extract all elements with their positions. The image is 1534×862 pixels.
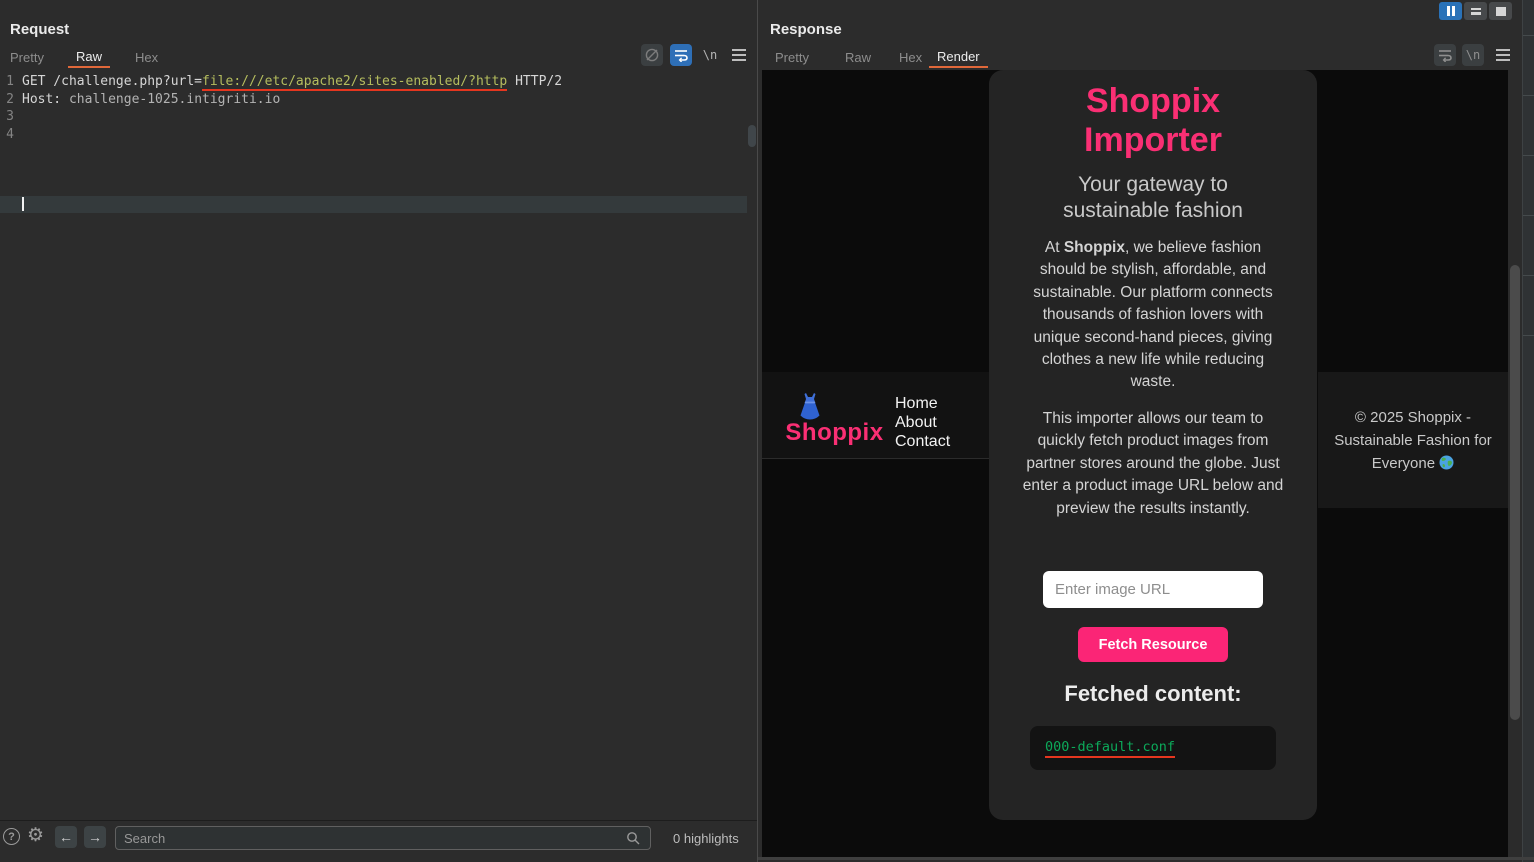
hamburger-icon bbox=[1496, 49, 1510, 61]
dress-icon bbox=[798, 393, 822, 420]
current-line-highlight bbox=[0, 196, 747, 213]
request-tab-raw[interactable]: Raw bbox=[68, 47, 110, 68]
site-footer: © 2025 Shoppix - Sustainable Fashion for… bbox=[1318, 372, 1508, 508]
globe-icon bbox=[1439, 455, 1454, 470]
request-line-2: 2 Host: challenge-1025.intigriti.io bbox=[0, 91, 757, 109]
page-tagline: Your gateway to sustainable fashion bbox=[1053, 172, 1253, 224]
request-url-param: file:///etc/apache2/sites-enabled/?http bbox=[202, 74, 507, 91]
line-number: 3 bbox=[0, 108, 14, 126]
line-number: 4 bbox=[0, 126, 14, 144]
gear-icon[interactable]: ⚙ bbox=[27, 824, 44, 847]
nav-link-about[interactable]: About bbox=[895, 413, 950, 432]
response-tab-render[interactable]: Render bbox=[929, 47, 988, 68]
footer-copyright: © 2025 Shoppix - Sustainable Fashion for… bbox=[1334, 406, 1492, 475]
arrow-right-icon: → bbox=[88, 829, 102, 845]
request-editor-scrollbar[interactable] bbox=[748, 125, 756, 147]
response-panel: Response Pretty Raw Hex Render \n bbox=[758, 0, 1534, 862]
horizontal-split-button[interactable] bbox=[1464, 2, 1487, 20]
render-scrollbar-track[interactable] bbox=[1508, 70, 1522, 857]
window-bottom-edge bbox=[758, 857, 1534, 860]
response-tab-raw[interactable]: Raw bbox=[837, 47, 879, 68]
pause-layout-button[interactable] bbox=[1439, 2, 1462, 20]
host-header-value: challenge-1025.intigriti.io bbox=[69, 92, 280, 107]
host-header-name: Host: bbox=[22, 92, 69, 107]
search-previous-button[interactable]: ← bbox=[55, 826, 77, 848]
maximize-button[interactable] bbox=[1489, 2, 1512, 20]
search-next-button[interactable]: → bbox=[84, 826, 106, 848]
search-input[interactable] bbox=[115, 826, 651, 850]
response-tab-hex[interactable]: Hex bbox=[891, 47, 930, 68]
nav-links: Home About Contact bbox=[895, 394, 950, 451]
site-nav: Shoppix Home About Contact bbox=[762, 372, 990, 459]
response-show-newlines-toggle[interactable]: \n bbox=[1462, 44, 1484, 66]
brand-logo-text[interactable]: Shoppix bbox=[782, 419, 887, 447]
request-panel-title: Request bbox=[10, 21, 69, 38]
response-menu-button[interactable] bbox=[1492, 44, 1514, 66]
brand-name-bold: Shoppix bbox=[1064, 239, 1125, 256]
line-number: 2 bbox=[0, 91, 14, 109]
word-wrap-toggle[interactable] bbox=[670, 44, 692, 66]
render-viewport: Shoppix Home About Contact © 2025 Shoppi… bbox=[762, 70, 1508, 857]
eye-slash-icon bbox=[644, 47, 660, 63]
help-icon[interactable]: ? bbox=[3, 828, 20, 845]
about-paragraph: At Shoppix, we believe fashion should be… bbox=[1022, 237, 1284, 394]
search-bar: ? ⚙ ← → 0 highlights bbox=[0, 820, 757, 862]
split-lines-icon bbox=[1471, 8, 1481, 15]
nav-link-home[interactable]: Home bbox=[895, 394, 950, 413]
inspector-strip[interactable] bbox=[1522, 0, 1534, 862]
word-wrap-icon bbox=[674, 48, 688, 62]
search-icon bbox=[626, 831, 640, 845]
importer-card: Shoppix Importer Your gateway to sustain… bbox=[989, 70, 1317, 820]
show-newlines-toggle[interactable]: \n bbox=[699, 44, 721, 66]
request-line-4: 4 bbox=[0, 126, 757, 144]
nav-link-contact[interactable]: Contact bbox=[895, 432, 950, 451]
layout-buttons bbox=[1439, 2, 1512, 20]
fetched-content-box: 000-default.conf bbox=[1030, 726, 1276, 770]
response-tab-pretty[interactable]: Pretty bbox=[767, 47, 817, 68]
request-editor[interactable]: 1 GET /challenge.php?url=file:///etc/apac… bbox=[0, 70, 757, 820]
hide-response-button[interactable] bbox=[641, 44, 663, 66]
request-panel: Request Pretty Raw Hex \n bbox=[0, 0, 758, 862]
fetched-content-heading: Fetched content: bbox=[989, 681, 1317, 707]
page-title: Shoppix Importer bbox=[1038, 82, 1268, 160]
fetched-file-link[interactable]: 000-default.conf bbox=[1045, 739, 1175, 758]
burp-repeater-window: Request Pretty Raw Hex \n bbox=[0, 0, 1534, 862]
newline-icon: \n bbox=[703, 48, 717, 62]
request-method-path: GET /challenge.php?url= bbox=[22, 74, 202, 89]
response-word-wrap-toggle[interactable] bbox=[1434, 44, 1456, 66]
request-menu-button[interactable] bbox=[728, 44, 750, 66]
newline-icon: \n bbox=[1466, 48, 1480, 62]
importer-paragraph: This importer allows our team to quickly… bbox=[1022, 408, 1284, 520]
request-tab-hex[interactable]: Hex bbox=[127, 47, 166, 68]
arrow-left-icon: ← bbox=[59, 829, 73, 845]
request-line-1: 1 GET /challenge.php?url=file:///etc/apac… bbox=[0, 73, 757, 91]
text-caret bbox=[22, 197, 24, 211]
request-line-3: 3 bbox=[0, 108, 757, 126]
request-tab-pretty[interactable]: Pretty bbox=[2, 47, 52, 68]
image-url-input[interactable] bbox=[1043, 571, 1263, 608]
pause-icon bbox=[1447, 6, 1450, 16]
highlights-count: 0 highlights bbox=[673, 831, 739, 846]
hamburger-icon bbox=[732, 49, 746, 61]
response-panel-title: Response bbox=[770, 21, 842, 38]
fetch-resource-button[interactable]: Fetch Resource bbox=[1078, 627, 1228, 662]
word-wrap-icon bbox=[1438, 48, 1452, 62]
square-icon bbox=[1496, 7, 1506, 16]
render-scrollbar-thumb[interactable] bbox=[1510, 265, 1520, 720]
line-number: 1 bbox=[0, 73, 14, 91]
request-http-version: HTTP/2 bbox=[507, 74, 562, 89]
